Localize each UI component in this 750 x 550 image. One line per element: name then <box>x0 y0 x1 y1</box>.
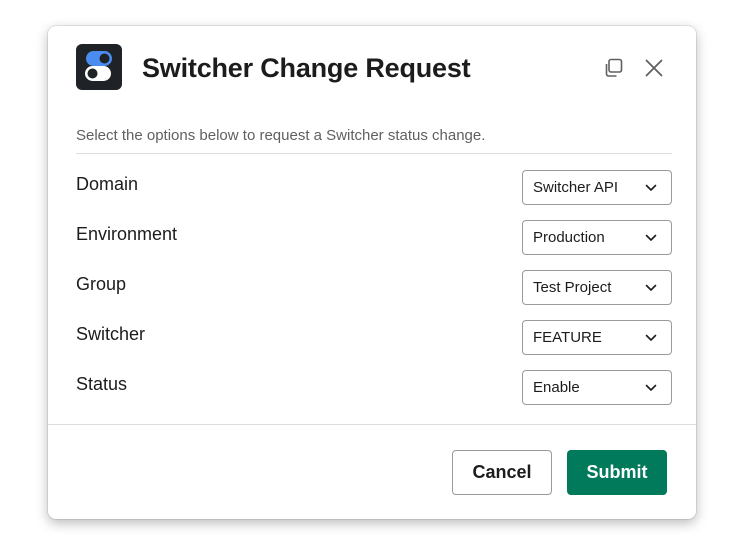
field-label: Status <box>76 374 128 394</box>
field-label: Environment <box>76 224 178 244</box>
modal-dialog: Switcher Change Request Select the optio… <box>48 26 696 519</box>
footer-divider <box>48 424 696 425</box>
toggle-switches-icon <box>76 44 122 90</box>
group-select[interactable]: Test Project <box>522 270 672 305</box>
submit-button[interactable]: Submit <box>567 450 667 495</box>
field-row-status: Status Enable <box>76 354 672 405</box>
modal-body: Select the options below to request a Sw… <box>76 110 672 405</box>
chevron-down-icon <box>645 234 657 241</box>
field-row-switcher: Switcher FEATURE <box>76 304 672 355</box>
cancel-button[interactable]: Cancel <box>452 450 552 495</box>
select-value: Enable <box>533 379 580 396</box>
select-value: FEATURE <box>533 329 602 346</box>
close-icon <box>645 59 663 77</box>
status-select[interactable]: Enable <box>522 370 672 405</box>
modal-header: Switcher Change Request <box>48 26 696 110</box>
environment-select[interactable]: Production <box>522 220 672 255</box>
modal-title: Switcher Change Request <box>142 53 471 83</box>
field-row-environment: Environment Production <box>76 204 672 255</box>
field-label: Domain <box>76 174 139 194</box>
select-value: Production <box>533 229 605 246</box>
field-label: Switcher <box>76 324 146 344</box>
chevron-down-icon <box>645 334 657 341</box>
field-row-domain: Domain Switcher API <box>76 154 672 205</box>
close-button[interactable] <box>640 54 668 82</box>
copy-button[interactable] <box>599 54 627 82</box>
switcher-select[interactable]: FEATURE <box>522 320 672 355</box>
field-label: Group <box>76 274 127 294</box>
domain-select[interactable]: Switcher API <box>522 170 672 205</box>
form-description: Select the options below to request a Sw… <box>76 127 486 144</box>
field-row-group: Group Test Project <box>76 254 672 305</box>
chevron-down-icon <box>645 184 657 191</box>
chevron-down-icon <box>645 284 657 291</box>
select-value: Test Project <box>533 279 612 296</box>
select-value: Switcher API <box>533 179 619 196</box>
chevron-down-icon <box>645 384 657 391</box>
copy-icon <box>605 58 623 77</box>
